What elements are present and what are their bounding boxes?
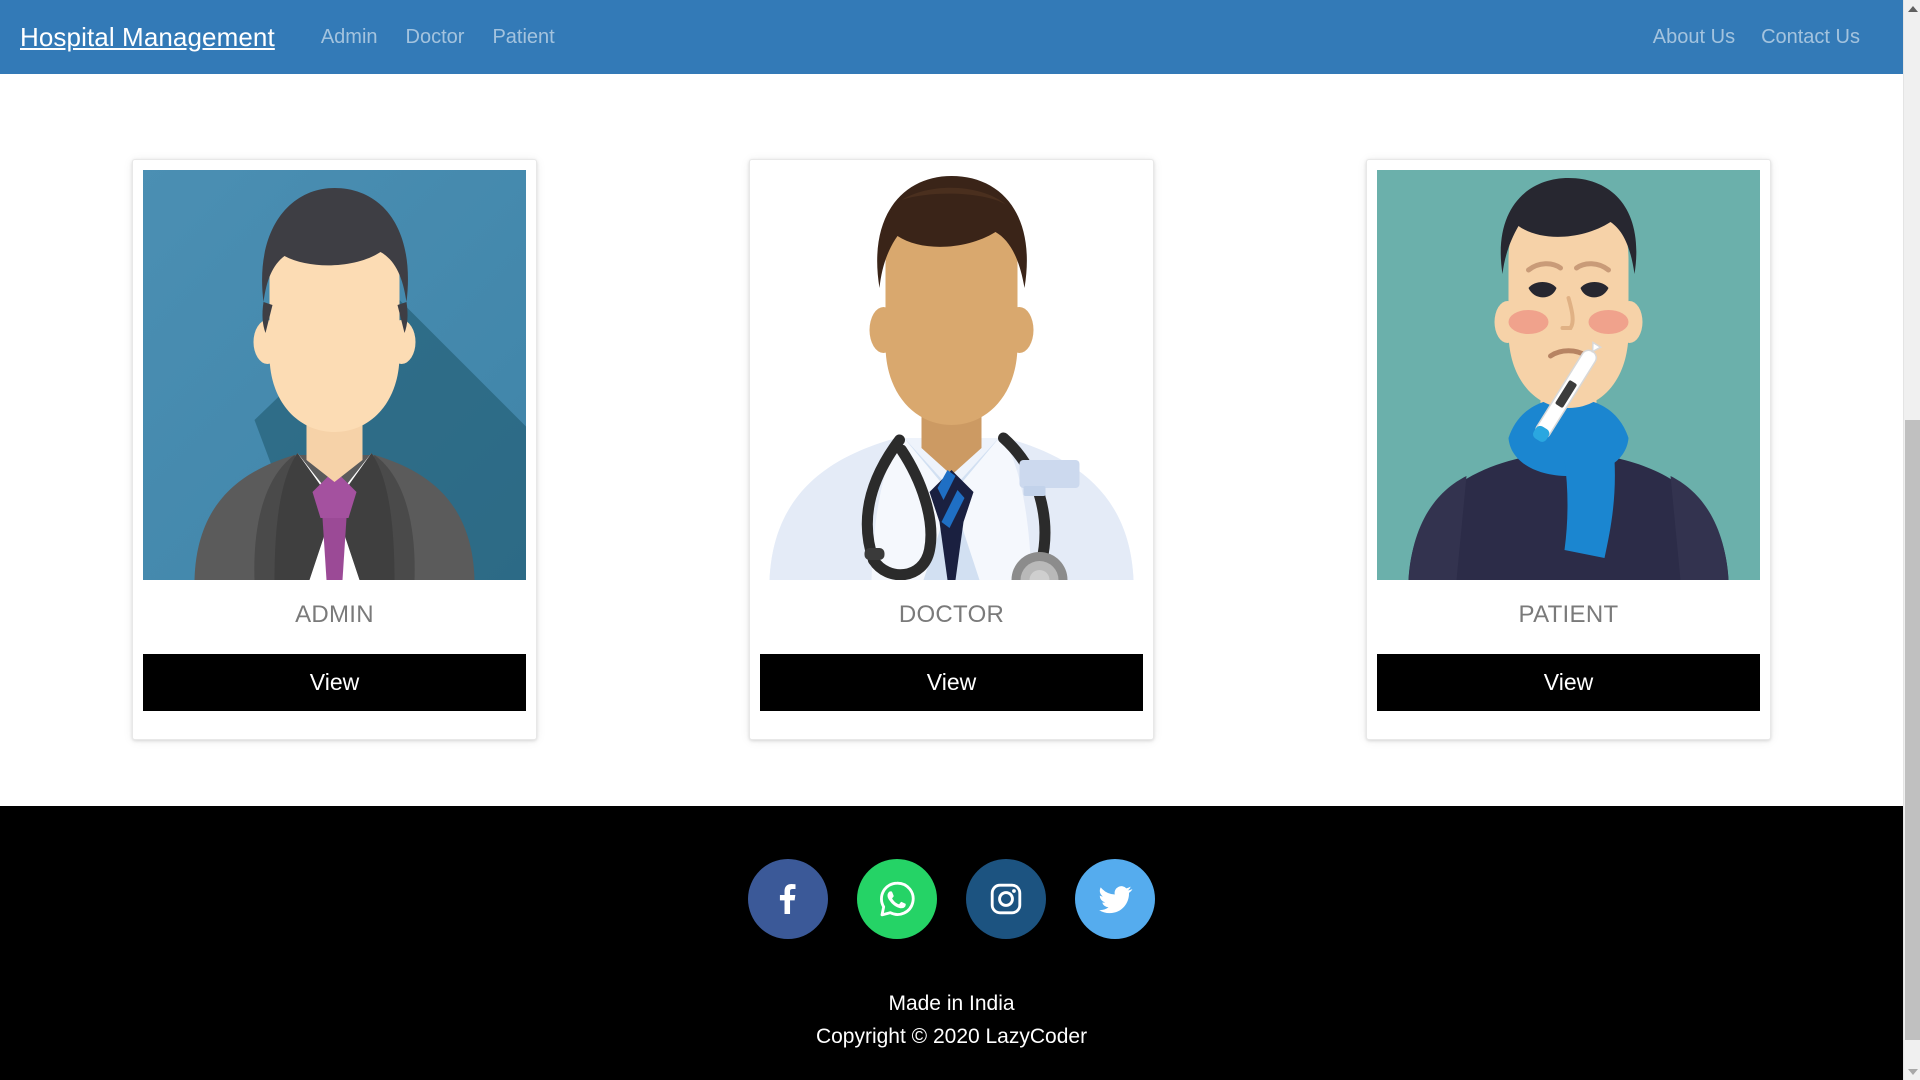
page-content: Hospital Management Admin Doctor Patient… <box>0 0 1903 1080</box>
nav-link-admin[interactable]: Admin <box>307 27 392 47</box>
card-label-doctor: DOCTOR <box>898 601 1005 628</box>
vertical-scrollbar[interactable] <box>1903 0 1920 1080</box>
doctor-avatar-illustration <box>760 170 1143 580</box>
main-content: ADMIN View DOCTOR View PATIENT View <box>0 74 1903 806</box>
scroll-down-arrow-icon[interactable] <box>1904 1063 1920 1080</box>
top-navbar: Hospital Management Admin Doctor Patient… <box>0 0 1903 74</box>
footer-made-in: Made in India <box>888 992 1015 1015</box>
patient-avatar-illustration <box>1377 170 1760 580</box>
nav-link-about-us[interactable]: About Us <box>1640 27 1748 47</box>
facebook-icon[interactable] <box>748 859 828 939</box>
browser-viewport: Hospital Management Admin Doctor Patient… <box>0 0 1920 1080</box>
scroll-up-arrow-icon[interactable] <box>1904 0 1920 17</box>
nav-link-patient[interactable]: Patient <box>478 27 568 47</box>
instagram-icon[interactable] <box>966 859 1046 939</box>
nav-link-contact-us[interactable]: Contact Us <box>1748 27 1873 47</box>
card-bottom-spacer <box>1377 711 1760 729</box>
role-cards-row: ADMIN View DOCTOR View PATIENT View <box>0 159 1903 740</box>
social-links <box>0 859 1903 939</box>
view-button-patient[interactable]: View <box>1377 654 1760 711</box>
card-label-patient: PATIENT <box>1518 601 1619 628</box>
view-button-doctor[interactable]: View <box>760 654 1143 711</box>
role-card-admin[interactable]: ADMIN View <box>132 159 537 740</box>
nav-link-doctor[interactable]: Doctor <box>392 27 479 47</box>
view-button-admin[interactable]: View <box>143 654 526 711</box>
twitter-icon[interactable] <box>1075 859 1155 939</box>
page-footer: Made in India Copyright © 2020 LazyCoder <box>0 806 1903 1080</box>
navbar-right-links: About Us Contact Us <box>1640 27 1903 47</box>
admin-avatar-illustration <box>143 170 526 580</box>
navbar-brand[interactable]: Hospital Management <box>20 24 275 50</box>
role-card-doctor[interactable]: DOCTOR View <box>749 159 1154 740</box>
navbar-left-links: Admin Doctor Patient <box>307 27 569 47</box>
scrollbar-thumb[interactable] <box>1905 420 1920 1040</box>
card-label-admin: ADMIN <box>295 601 374 628</box>
card-bottom-spacer <box>143 711 526 729</box>
role-card-patient[interactable]: PATIENT View <box>1366 159 1771 740</box>
card-bottom-spacer <box>760 711 1143 729</box>
whatsapp-icon[interactable] <box>857 859 937 939</box>
footer-copyright: Copyright © 2020 LazyCoder <box>815 1025 1088 1048</box>
